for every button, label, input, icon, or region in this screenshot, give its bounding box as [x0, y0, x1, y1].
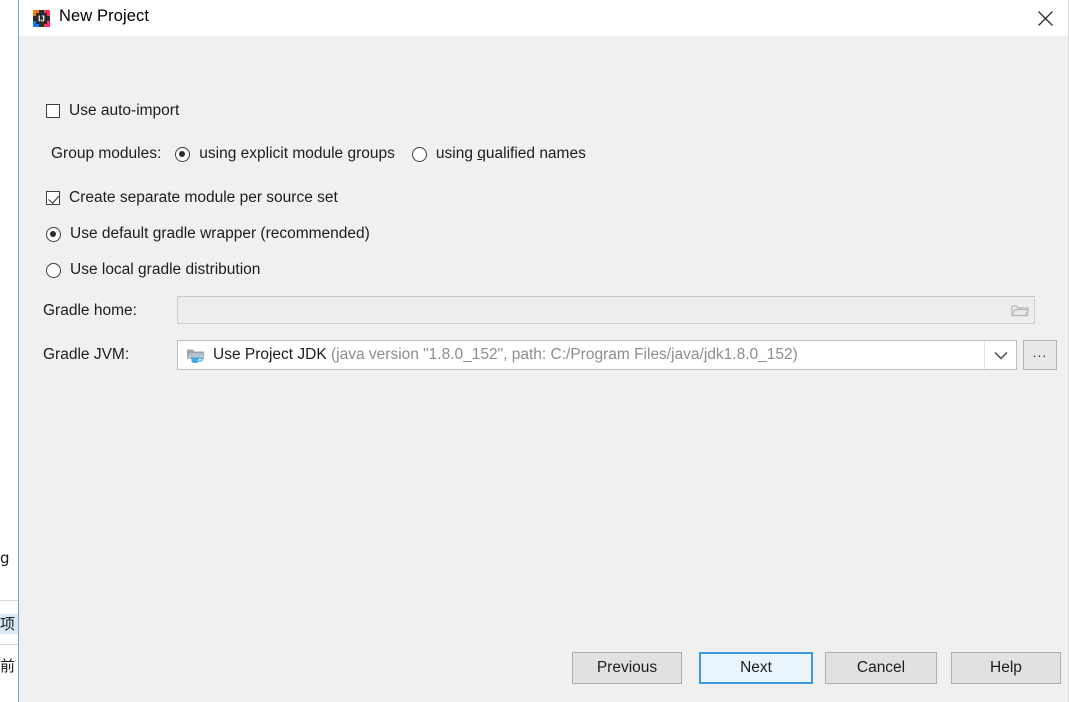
svg-text:IJ: IJ [38, 15, 45, 24]
dialog-titlebar: IJ New Project [19, 0, 1068, 37]
jdk-folder-icon [186, 347, 206, 364]
radio-circle [411, 146, 427, 162]
radio-label: using explicit module groups [199, 145, 395, 162]
gradle-jvm-value: Use Project JDK (java version "1.8.0_152… [213, 346, 798, 363]
radio-using-explicit-module-groups[interactable]: using explicit module groups [175, 145, 395, 163]
checkbox-create-separate-module[interactable]: Create separate module per source set [46, 189, 338, 207]
dialog-button-bar: Previous Next Cancel Help [19, 652, 1069, 684]
chevron-down-icon[interactable] [984, 341, 1016, 369]
radio-label: Use default gradle wrapper (recommended) [70, 225, 370, 242]
gradle-home-input[interactable] [177, 296, 1035, 324]
radio-label: using qualified names [435, 145, 586, 162]
radio-using-qualified-names[interactable]: using qualified names [411, 145, 586, 163]
previous-button[interactable]: Previous [572, 652, 682, 684]
background-text-fragment: 项 [0, 614, 18, 634]
background-divider [0, 600, 18, 601]
dialog-title: New Project [59, 7, 150, 25]
radio-circle [46, 262, 61, 278]
group-modules-label: Group modules: [51, 145, 162, 162]
gradle-jvm-combobox[interactable]: Use Project JDK (java version "1.8.0_152… [177, 340, 1017, 370]
radio-use-default-gradle-wrapper[interactable]: Use default gradle wrapper (recommended) [46, 225, 370, 243]
gradle-jvm-browse-button[interactable]: ... [1023, 340, 1057, 370]
radio-use-local-gradle-distribution[interactable]: Use local gradle distribution [46, 261, 260, 279]
checkbox-label: Create separate module per source set [69, 189, 338, 206]
new-project-dialog: IJ New Project Use auto-import Group mod… [18, 0, 1069, 702]
cancel-button[interactable]: Cancel [825, 652, 937, 684]
intellij-idea-icon: IJ [32, 9, 51, 28]
close-icon[interactable] [1022, 0, 1068, 36]
checkbox-label: Use auto-import [69, 102, 180, 119]
radio-label: Use local gradle distribution [70, 261, 261, 278]
gradle-jvm-label: Gradle JVM: [43, 346, 130, 363]
next-button[interactable]: Next [699, 652, 813, 684]
checkbox-use-auto-import[interactable]: Use auto-import [46, 102, 179, 120]
dialog-content: Use auto-import Group modules: using exp… [19, 37, 1068, 702]
checkbox-box [46, 191, 60, 205]
radio-circle [175, 146, 191, 162]
gradle-home-label: Gradle home: [43, 302, 137, 319]
radio-circle [46, 226, 61, 242]
help-button[interactable]: Help [951, 652, 1061, 684]
folder-icon[interactable] [1006, 297, 1034, 323]
background-divider [0, 644, 18, 645]
checkbox-box [46, 104, 60, 118]
background-text-fragment: g [0, 549, 10, 567]
group-modules-row: Group modules: using explicit module gro… [51, 145, 586, 163]
background-text-fragment: 前 [0, 657, 16, 675]
